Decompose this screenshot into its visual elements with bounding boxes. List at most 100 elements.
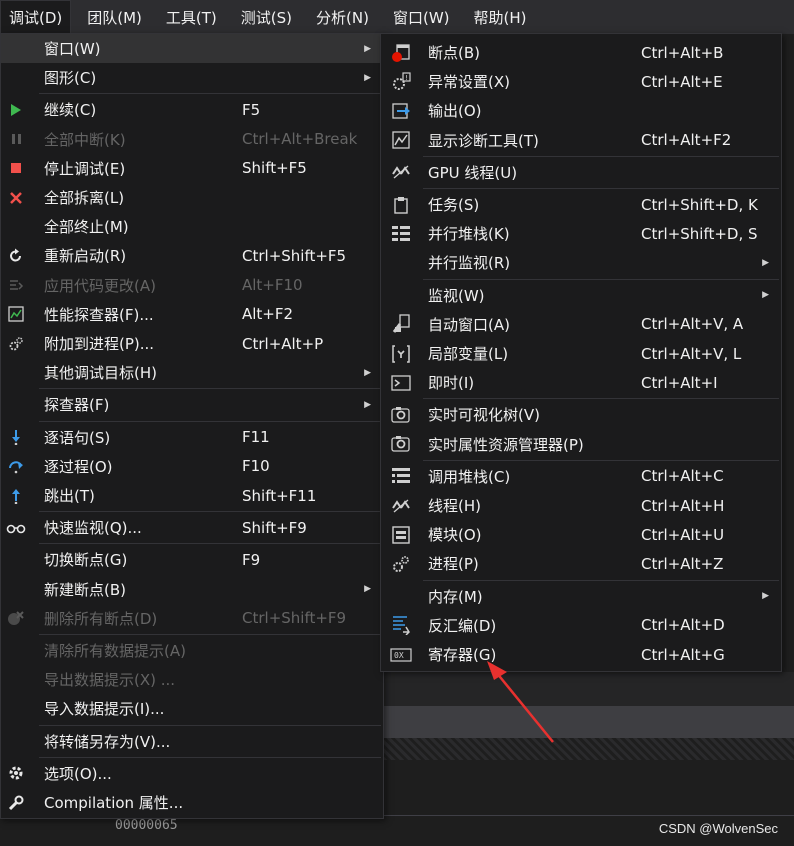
debug-menu-item-18[interactable]: 新建断点(B) ▶ xyxy=(1,575,383,604)
menu-debug[interactable]: 调试(D) xyxy=(0,0,72,34)
window-submenu-item-shortcut: Ctrl+Alt+Z xyxy=(641,554,724,573)
window-submenu-item-10[interactable]: 局部变量(L) Ctrl+Alt+V, L xyxy=(381,339,781,368)
debug-menu-item-label: 清除所有数据提示(A) xyxy=(44,642,186,660)
delete-breakpoints-icon xyxy=(5,607,27,629)
window-submenu-item-19[interactable]: 反汇编(D) Ctrl+Alt+D xyxy=(381,611,781,640)
menu-team[interactable]: 团队(M) xyxy=(79,0,150,34)
debug-menu-item-10[interactable]: 附加到进程(P)... Ctrl+Alt+P xyxy=(1,329,383,358)
debug-menu-item-shortcut: F10 xyxy=(242,457,270,476)
window-submenu-item-18[interactable]: 内存(M) ▶ xyxy=(381,582,781,611)
debug-menu-item-label: 附加到进程(P)... xyxy=(44,335,155,353)
debug-menu-item-13[interactable]: 逐语句(S) F11 xyxy=(1,423,383,452)
debug-menu-item-3: 全部中断(K) Ctrl+Alt+Break xyxy=(1,125,383,154)
window-submenu-item-0[interactable]: 断点(B) Ctrl+Alt+B xyxy=(381,38,781,67)
debug-menu-item-16[interactable]: 快速监视(Q)... Shift+F9 xyxy=(1,513,383,542)
debug-menu-item-label: 性能探查器(F)... xyxy=(44,305,154,324)
debug-menu-item-12[interactable]: 探查器(F) ▶ xyxy=(1,390,383,419)
menu-separator xyxy=(39,93,381,95)
debug-menu-item-4[interactable]: 停止调试(E) Shift+F5 xyxy=(1,154,383,183)
debug-menu-item-shortcut: Alt+F2 xyxy=(242,305,294,324)
chevron-right-icon: ▶ xyxy=(762,257,769,268)
debug-menu-item-6[interactable]: 全部终止(M) xyxy=(1,212,383,241)
debug-menu-item-22[interactable]: 导入数据提示(I)... xyxy=(1,694,383,723)
window-submenu-item-15[interactable]: 线程(H) Ctrl+Alt+H xyxy=(381,491,781,520)
window-submenu-item-label: 自动窗口(A) xyxy=(428,315,510,334)
menu-test[interactable]: 测试(S) xyxy=(233,0,300,34)
debug-menu-item-14[interactable]: 逐过程(O) F10 xyxy=(1,452,383,481)
menu-separator xyxy=(39,543,381,545)
menu-separator xyxy=(423,459,779,461)
exception-settings-icon: ! xyxy=(390,71,412,93)
window-submenu: 断点(B) Ctrl+Alt+B! 异常设置(X) Ctrl+Alt+E 输出(O) 显示… xyxy=(380,33,782,672)
profiler-icon xyxy=(5,303,27,325)
window-submenu-item-20[interactable]: 0X 寄存器(G) Ctrl+Alt+G xyxy=(381,640,781,669)
debug-menu-item-label: 重新启动(R) xyxy=(44,247,127,266)
window-submenu-item-2[interactable]: 输出(O) xyxy=(381,96,781,125)
svg-text:0X: 0X xyxy=(394,651,404,660)
debug-menu-item-11[interactable]: 其他调试目标(H) ▶ xyxy=(1,358,383,387)
autos-icon xyxy=(390,313,412,335)
debug-menu-item-17[interactable]: 切换断点(G) F9 xyxy=(1,545,383,574)
debug-menu-item-label: Compilation 属性... xyxy=(44,794,184,812)
debug-menu-item-label: 探查器(F) xyxy=(44,396,110,415)
window-submenu-item-label: 局部变量(L) xyxy=(428,345,509,363)
menu-help[interactable]: 帮助(H) xyxy=(466,0,535,34)
debug-menu-item-shortcut: Alt+F10 xyxy=(242,276,303,295)
debug-menu-item-2[interactable]: 继续(C) F5 xyxy=(1,95,383,124)
debug-menu-item-9[interactable]: 性能探查器(F)... Alt+F2 xyxy=(1,300,383,329)
menu-analyze[interactable]: 分析(N) xyxy=(308,0,377,34)
editor-background xyxy=(384,672,794,706)
window-submenu-item-6[interactable]: 并行堆栈(K) Ctrl+Shift+D, S xyxy=(381,219,781,248)
debug-menu-item-15[interactable]: 跳出(T) Shift+F11 xyxy=(1,481,383,510)
menu-separator xyxy=(39,634,381,635)
window-submenu-item-12[interactable]: 实时可视化树(V) xyxy=(381,400,781,429)
debug-menu-item-7[interactable]: 重新启动(R) Ctrl+Shift+F5 xyxy=(1,241,383,270)
gpu-threads-icon xyxy=(390,161,412,183)
debug-menu: 窗口(W) ▶ 图形(C) ▶ 继续(C) F5 全部中断(K) Ctrl+Alt+Break… xyxy=(0,33,384,819)
chevron-right-icon: ▶ xyxy=(762,591,769,602)
window-submenu-item-shortcut: Ctrl+Alt+U xyxy=(641,525,725,544)
debug-menu-item-0[interactable]: 窗口(W) ▶ xyxy=(1,34,383,63)
breakpoints-icon xyxy=(390,42,412,64)
debug-menu-item-5[interactable]: 全部拆离(L) xyxy=(1,183,383,212)
debug-menu-item-24[interactable]: 选项(O)... xyxy=(1,759,383,788)
debug-menu-item-shortcut: Shift+F11 xyxy=(242,486,317,505)
debug-menu-item-1[interactable]: 图形(C) ▶ xyxy=(1,63,383,92)
editor-tab-strip xyxy=(384,706,794,738)
window-submenu-item-5[interactable]: 任务(S) Ctrl+Shift+D, K xyxy=(381,190,781,219)
window-submenu-item-4[interactable]: GPU 线程(U) xyxy=(381,158,781,187)
window-submenu-item-3[interactable]: 显示诊断工具(T) Ctrl+Alt+F2 xyxy=(381,126,781,155)
window-submenu-item-label: 实时属性资源管理器(P) xyxy=(428,435,584,454)
continue-icon xyxy=(5,99,27,121)
window-submenu-item-label: 异常设置(X) xyxy=(428,73,510,92)
debug-menu-item-23[interactable]: 将转储另存为(V)... xyxy=(1,727,383,756)
debug-menu-item-8: 应用代码更改(A) Alt+F10 xyxy=(1,271,383,300)
window-submenu-item-14[interactable]: 调用堆栈(C) Ctrl+Alt+C xyxy=(381,462,781,491)
debug-menu-item-25[interactable]: Compilation 属性... xyxy=(1,788,383,817)
step-into-icon xyxy=(5,426,27,448)
tasks-icon xyxy=(390,194,412,216)
window-submenu-item-label: 监视(W) xyxy=(428,286,485,305)
window-submenu-item-label: 实时可视化树(V) xyxy=(428,406,540,425)
debug-menu-item-label: 全部拆离(L) xyxy=(44,189,125,207)
wrench-icon xyxy=(5,792,27,814)
editor-hatch-strip xyxy=(383,738,794,760)
live-visual-tree-icon xyxy=(390,404,412,426)
window-submenu-item-1[interactable]: ! 异常设置(X) Ctrl+Alt+E xyxy=(381,67,781,96)
menu-separator xyxy=(423,579,779,581)
window-submenu-item-shortcut: Ctrl+Alt+E xyxy=(641,72,723,91)
window-submenu-item-shortcut: Ctrl+Alt+C xyxy=(641,467,724,486)
window-submenu-item-8[interactable]: 监视(W) ▶ xyxy=(381,281,781,310)
debug-menu-item-shortcut: F9 xyxy=(242,550,261,569)
window-submenu-item-13[interactable]: 实时属性资源管理器(P) xyxy=(381,430,781,459)
window-submenu-item-16[interactable]: 模块(O) Ctrl+Alt+U xyxy=(381,520,781,549)
menu-tools[interactable]: 工具(T) xyxy=(158,0,225,34)
menu-window[interactable]: 窗口(W) xyxy=(385,0,458,34)
window-submenu-item-7[interactable]: 并行监视(R) ▶ xyxy=(381,248,781,277)
chevron-right-icon: ▶ xyxy=(364,399,371,410)
registers-icon: 0X xyxy=(390,644,412,666)
window-submenu-item-11[interactable]: 即时(I) Ctrl+Alt+I xyxy=(381,368,781,397)
window-submenu-item-9[interactable]: 自动窗口(A) Ctrl+Alt+V, A xyxy=(381,310,781,339)
pause-icon xyxy=(5,128,27,150)
window-submenu-item-17[interactable]: 进程(P) Ctrl+Alt+Z xyxy=(381,549,781,578)
